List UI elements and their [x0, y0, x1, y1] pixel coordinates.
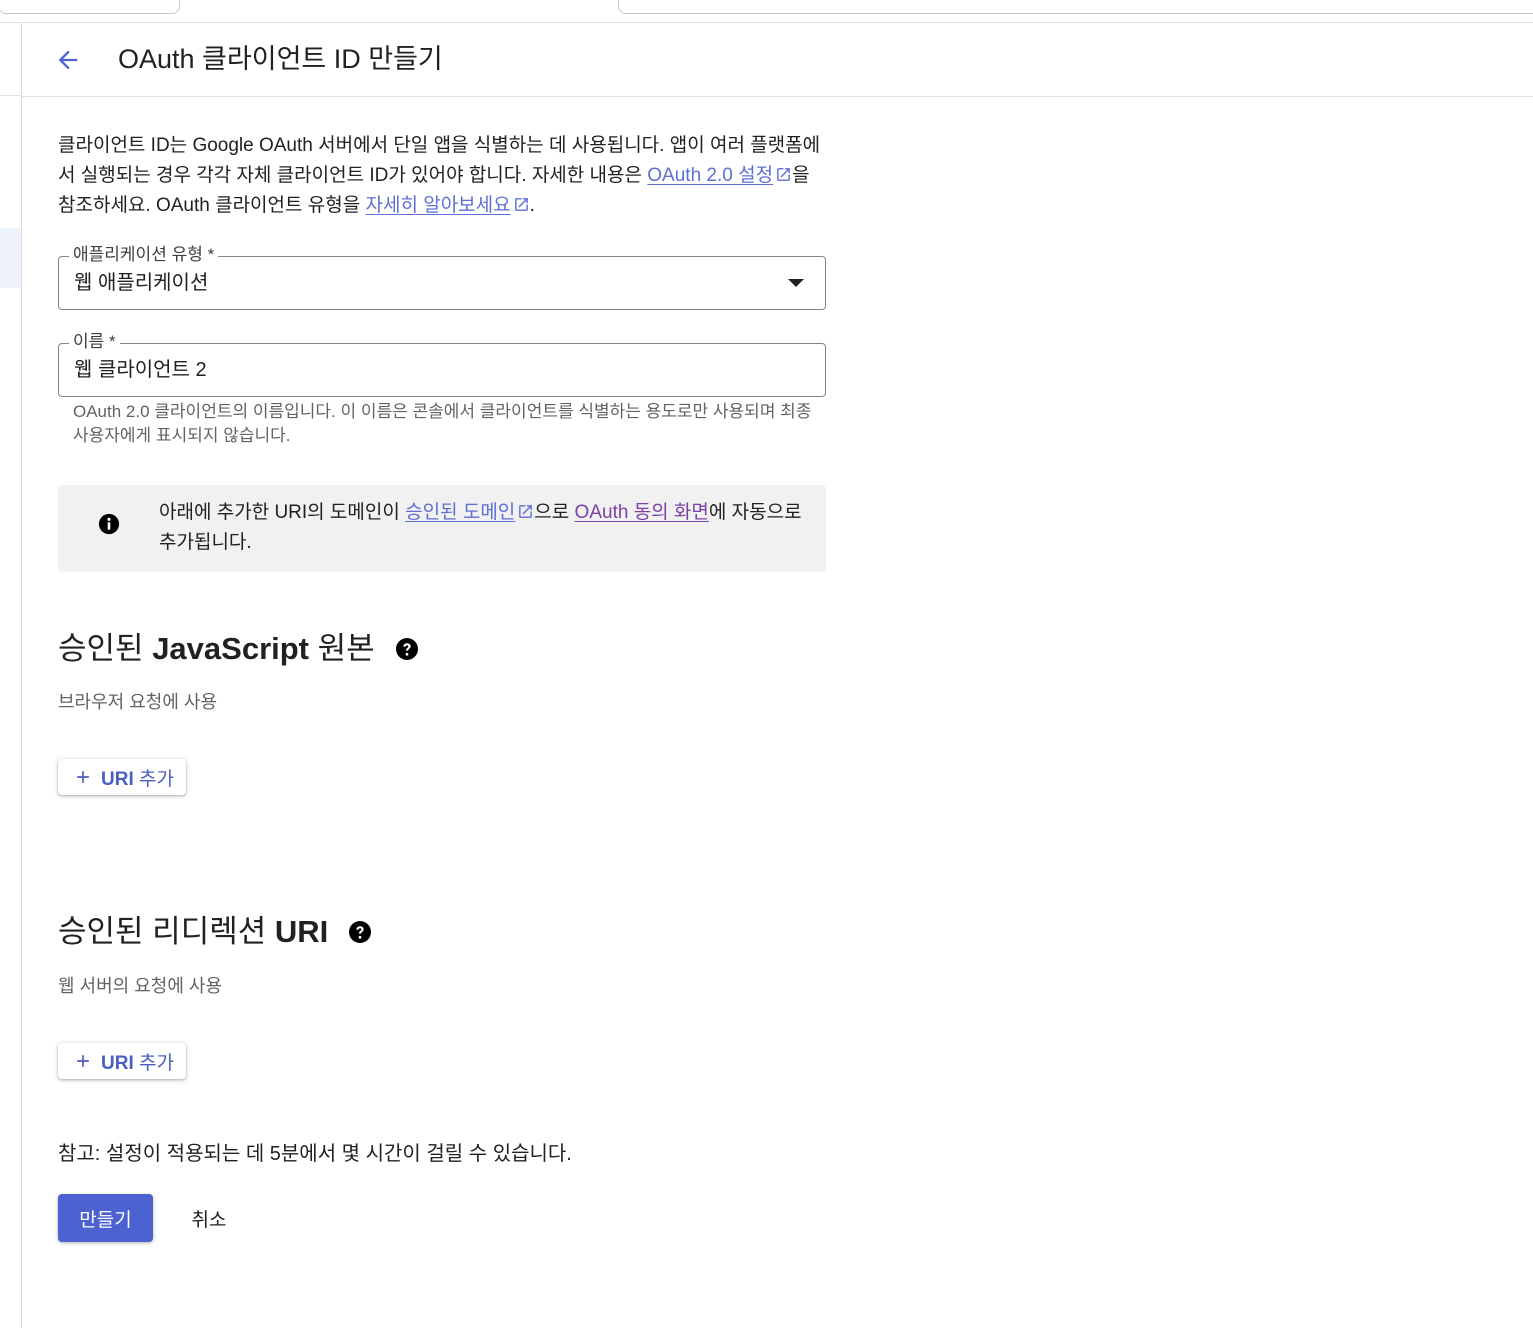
cancel-button[interactable]: 취소: [168, 1194, 250, 1242]
open-in-new-icon: [519, 505, 533, 518]
application-type-select[interactable]: 애플리케이션 유형 * 웹 애플리케이션: [58, 244, 826, 310]
learn-more-link[interactable]: 자세히 알아보세요: [366, 195, 511, 216]
left-nav-rail: [0, 23, 22, 1328]
help-icon[interactable]: [348, 920, 372, 944]
page-title: OAuth 클라이언트 ID 만들기: [118, 44, 443, 74]
authorized-domains-link[interactable]: 승인된 도메인: [405, 502, 515, 523]
help-icon[interactable]: [395, 637, 419, 661]
info-text-part: 으로: [534, 502, 575, 523]
application-type-label: 애플리케이션 유형 *: [69, 244, 219, 266]
intro-text: .: [529, 195, 535, 216]
plus-icon: [77, 1055, 89, 1067]
page-header: OAuth 클라이언트 ID 만들기: [22, 23, 1533, 97]
application-type-value: 웹 애플리케이션: [74, 272, 209, 294]
nav-selected-item[interactable]: [0, 228, 21, 288]
open-in-new-icon: [777, 168, 790, 181]
info-icon: [98, 513, 120, 535]
label-part: 추가: [133, 1052, 174, 1074]
info-banner: 아래에 추가한 URI의 도메인이 승인된 도메인 으로 OAuth 동의 화면에…: [58, 485, 826, 572]
info-text: 아래에 추가한 URI의 도메인이 승인된 도메인 으로 OAuth 동의 화면에…: [159, 498, 809, 558]
divider: [0, 95, 21, 96]
title-part: 승인된 리디렉션: [58, 914, 275, 949]
info-text-part: 아래에 추가한 URI의 도메인이: [159, 502, 406, 523]
title-part: URI: [274, 914, 329, 949]
add-redirect-uri-button[interactable]: URI 추가: [58, 1043, 186, 1079]
back-button[interactable]: [48, 40, 88, 80]
dropdown-arrow-icon: [788, 279, 804, 287]
label-part: URI: [101, 768, 134, 790]
title-part: 승인된: [58, 631, 153, 666]
plus-icon: [77, 771, 89, 783]
open-in-new-icon: [514, 198, 528, 211]
browser-top-strip: [0, 0, 1533, 22]
intro-paragraph: 클라이언트 ID는 Google OAuth 서버에서 단일 앱을 식별하는 데…: [58, 131, 828, 221]
arrow-back-icon: [58, 50, 78, 70]
add-uri-label: URI 추가: [101, 764, 174, 791]
redirect-uris-subtitle: 웹 서버의 요청에 사용: [58, 976, 223, 996]
label-part: 추가: [133, 768, 174, 790]
oauth-consent-screen-link[interactable]: OAuth 동의 화면: [575, 502, 709, 523]
add-js-origin-button[interactable]: URI 추가: [58, 759, 186, 795]
add-uri-label: URI 추가: [101, 1048, 174, 1075]
name-label: 이름 *: [69, 331, 120, 353]
create-button[interactable]: 만들기: [58, 1194, 153, 1242]
js-origins-title: 승인된 JavaScript 원본: [58, 629, 419, 669]
js-origins-subtitle: 브라우저 요청에 사용: [58, 692, 218, 712]
title-part: JavaScript: [152, 631, 310, 666]
browser-tab[interactable]: [0, 0, 180, 14]
oauth-settings-link[interactable]: OAuth 2.0 설정: [647, 165, 773, 186]
redirect-uris-title: 승인된 리디렉션 URI: [58, 912, 372, 952]
name-hint: OAuth 2.0 클라이언트의 이름입니다. 이 이름은 콘솔에서 클라이언트…: [73, 402, 812, 445]
settings-note: 참고: 설정이 적용되는 데 5분에서 몇 시간이 걸릴 수 있습니다.: [58, 1143, 572, 1165]
label-part: URI: [101, 1052, 134, 1074]
browser-address-area[interactable]: [618, 0, 1533, 14]
title-part: 원본: [309, 631, 375, 666]
name-input[interactable]: 이름 * 웹 클라이언트 2: [58, 331, 826, 397]
name-value[interactable]: 웹 클라이언트 2: [74, 358, 207, 382]
